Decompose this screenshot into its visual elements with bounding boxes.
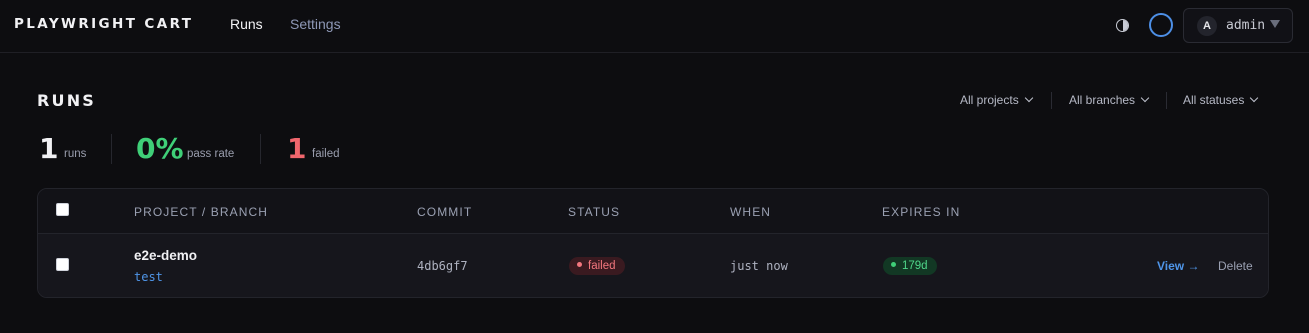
expires-dot-icon — [891, 262, 896, 267]
filter-projects-label: All projects — [960, 93, 1019, 107]
status-text: failed — [588, 260, 616, 272]
filter-statuses[interactable]: All statuses — [1183, 93, 1259, 109]
expires-badge: 179d — [883, 257, 937, 275]
status-ring-icon[interactable] — [1149, 13, 1173, 37]
delete-run-button[interactable]: Delete — [1218, 259, 1253, 273]
page-title: RUNS — [37, 91, 97, 110]
status-dot-icon — [577, 262, 582, 267]
stat-pass-rate-label: pass rate — [187, 148, 235, 160]
stat-divider — [111, 134, 112, 164]
col-when: WHEN — [730, 205, 772, 219]
filter-branches-label: All branches — [1069, 93, 1136, 107]
top-bar: PLAYWRIGHT CART Runs Settings A admin — [0, 0, 1309, 53]
stat-failed-label: failed — [312, 148, 340, 160]
theme-toggle-icon[interactable] — [1116, 19, 1129, 32]
row-checkbox[interactable] — [56, 258, 69, 271]
chevron-down-icon — [1024, 93, 1033, 103]
chevron-down-icon — [1250, 93, 1259, 103]
user-menu[interactable]: A admin — [1183, 8, 1293, 43]
nav-settings[interactable]: Settings — [290, 16, 341, 32]
stat-runs-value: 1 — [39, 132, 59, 165]
app-logo[interactable]: PLAYWRIGHT CART — [14, 16, 193, 32]
runs-table: PROJECT / BRANCH COMMIT STATUS WHEN EXPI… — [37, 188, 1269, 298]
avatar: A — [1197, 16, 1217, 36]
branch-name: test — [134, 270, 163, 284]
table-header: PROJECT / BRANCH COMMIT STATUS WHEN EXPI… — [38, 189, 1268, 234]
filter-divider — [1051, 92, 1052, 109]
stat-failed-value: 1 — [287, 132, 307, 165]
table-row[interactable]: e2e-demo test 4db6gf7 failed just now 17… — [38, 234, 1268, 297]
nav-runs[interactable]: Runs — [230, 16, 263, 32]
select-all-checkbox[interactable] — [56, 203, 69, 216]
view-run-link[interactable]: View → — [1157, 259, 1199, 273]
col-expires-in: EXPIRES IN — [882, 205, 961, 219]
col-commit: COMMIT — [417, 205, 473, 219]
project-name[interactable]: e2e-demo — [134, 248, 197, 263]
commit-hash: 4db6gf7 — [417, 259, 468, 273]
filter-statuses-label: All statuses — [1183, 93, 1245, 107]
col-project-branch: PROJECT / BRANCH — [134, 205, 269, 219]
stat-divider — [260, 134, 261, 164]
chevron-down-icon — [1140, 93, 1150, 103]
stat-runs-label: runs — [64, 148, 87, 160]
col-status: STATUS — [568, 205, 621, 219]
chevron-down-icon — [1270, 20, 1280, 28]
filter-projects[interactable]: All projects — [960, 93, 1033, 109]
user-name: admin — [1226, 18, 1266, 33]
expires-text: 179d — [902, 260, 928, 272]
filter-branches[interactable]: All branches — [1069, 93, 1150, 109]
status-badge: failed — [569, 257, 625, 275]
run-time: just now — [730, 259, 788, 273]
stat-pass-rate-value: 0% — [136, 132, 184, 165]
filter-divider — [1166, 92, 1167, 109]
